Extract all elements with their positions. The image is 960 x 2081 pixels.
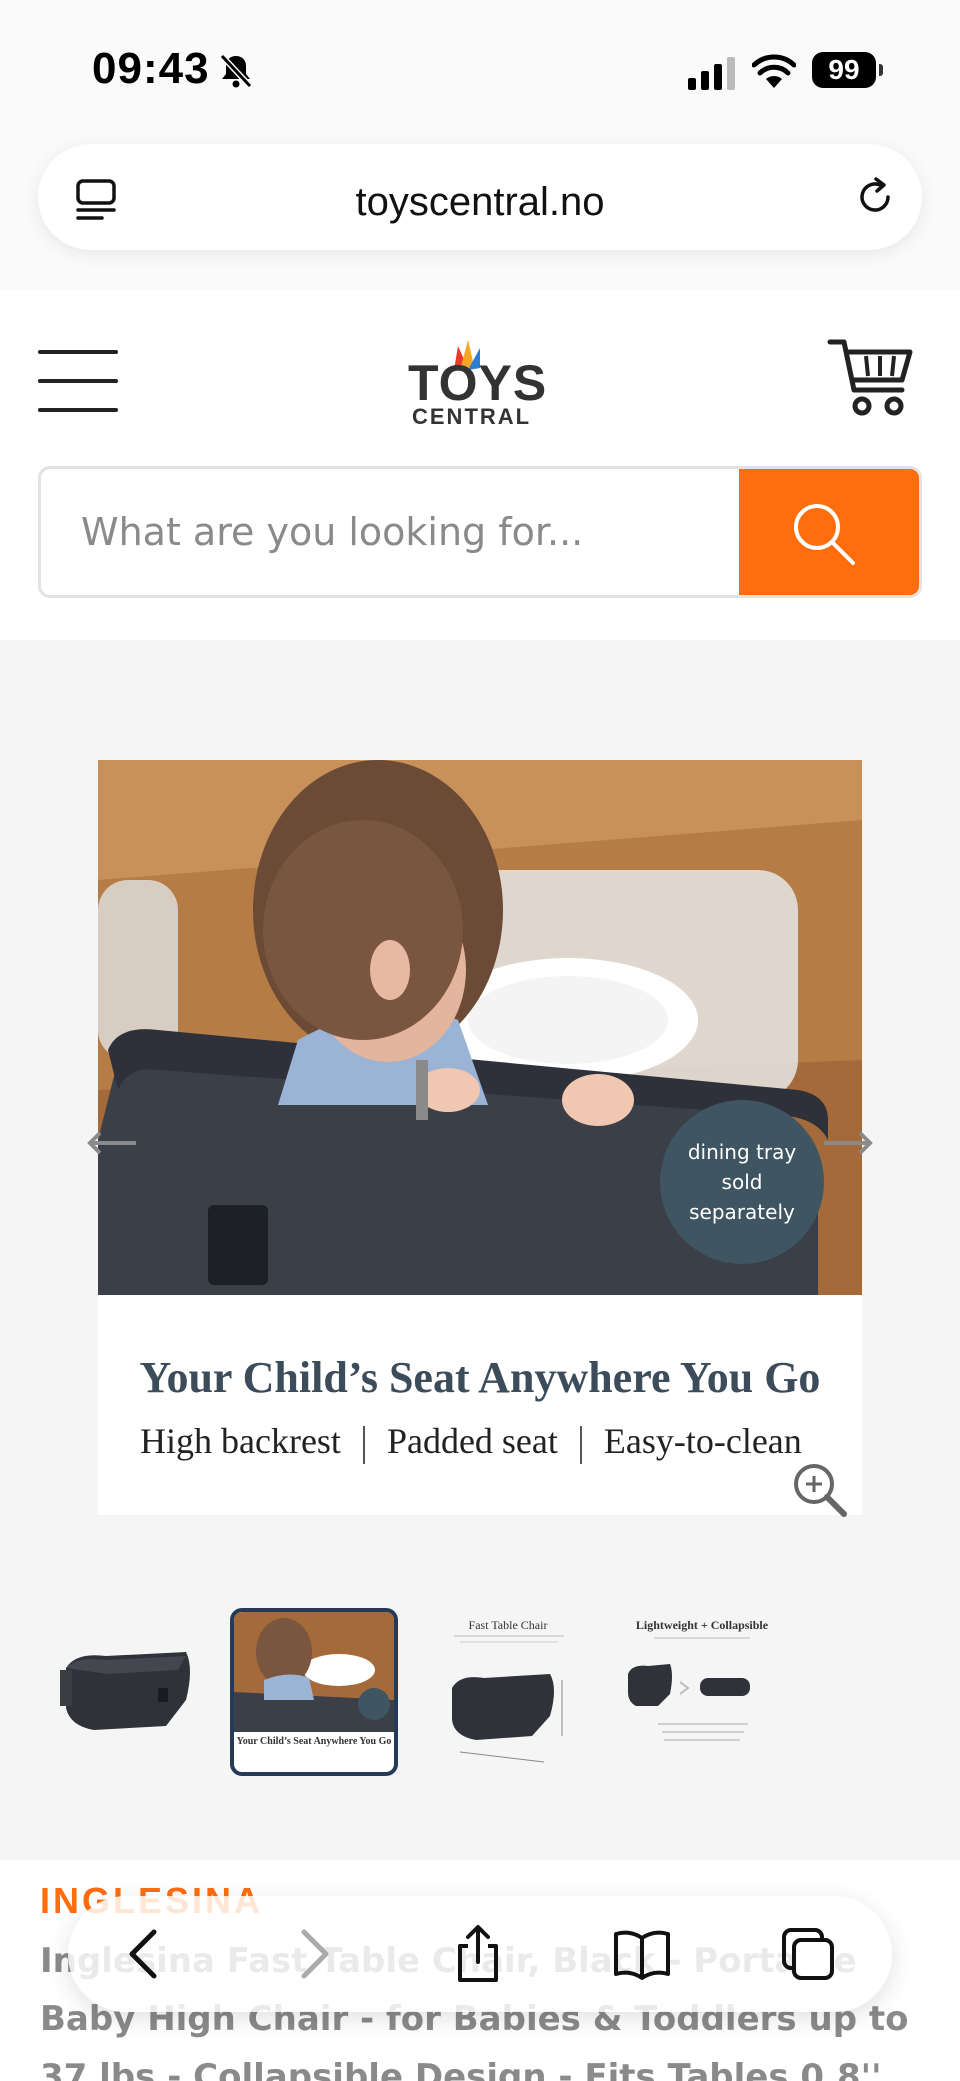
bell-muted-icon xyxy=(219,53,253,89)
wifi-icon xyxy=(752,54,796,88)
tabs-icon[interactable] xyxy=(778,1924,838,1984)
previous-arrow-icon[interactable] xyxy=(86,1128,138,1158)
browser-address-area: toyscentral.no xyxy=(0,140,960,290)
search-button[interactable] xyxy=(739,469,919,595)
forward-icon[interactable] xyxy=(282,1924,342,1984)
battery-indicator: 99 xyxy=(812,52,883,88)
thumbnail-dimensions[interactable]: Fast Table Chair xyxy=(424,1608,592,1776)
status-time: 09:43 xyxy=(92,44,210,93)
thumbnail-lifestyle[interactable]: Your Child’s Seat Anywhere You Go xyxy=(230,1608,398,1776)
feature-item: Padded seat xyxy=(386,1421,558,1461)
feature-item: High backrest xyxy=(140,1421,341,1461)
toys-central-logo[interactable]: TOYS CENTRAL xyxy=(390,340,570,430)
thumbnail-collapsible[interactable]: Lightweight + Collapsible xyxy=(618,1608,786,1776)
thumbnail-chair[interactable] xyxy=(46,1608,214,1776)
cart-icon[interactable] xyxy=(826,334,916,420)
logo-central-text: CENTRAL xyxy=(412,404,532,429)
site-header: TOYS CENTRAL xyxy=(0,290,960,640)
slide-caption-panel xyxy=(98,1295,862,1515)
search-icon xyxy=(794,504,855,565)
bookmarks-icon[interactable] xyxy=(612,1924,672,1984)
hamburger-menu-icon[interactable] xyxy=(38,350,118,412)
feature-divider xyxy=(362,1425,365,1464)
thumbnail-lifestyle-image xyxy=(234,1612,394,1732)
url-text[interactable]: toyscentral.no xyxy=(38,180,922,225)
address-bar[interactable]: toyscentral.no xyxy=(38,144,922,250)
product-gallery: dining tray sold separately Your Child’s… xyxy=(0,640,960,1860)
thumbnail-dimensions-image xyxy=(452,1635,564,1763)
search-box xyxy=(38,466,922,598)
reload-icon[interactable] xyxy=(852,174,898,220)
status-bar: 09:43 99 xyxy=(0,0,960,140)
thumbnail-collapsible-image xyxy=(628,1637,750,1741)
search-input[interactable] xyxy=(41,469,741,595)
browser-toolbar xyxy=(68,1896,892,2012)
next-arrow-icon[interactable] xyxy=(822,1128,874,1158)
back-icon[interactable] xyxy=(116,1924,176,1984)
zoom-in-icon[interactable] xyxy=(790,1460,850,1520)
signal-icon xyxy=(688,57,735,90)
share-icon[interactable] xyxy=(448,1924,508,1984)
thumbnail-chair-image xyxy=(60,1652,190,1730)
dining-tray-badge: dining tray sold separately xyxy=(660,1100,824,1264)
feature-item: Easy-to-clean xyxy=(603,1421,802,1461)
slide-features: High backrest Padded seat Easy-to-clean xyxy=(140,1420,840,1464)
slide-title: Your Child’s Seat Anywhere You Go xyxy=(139,1353,821,1402)
thumbnail-strip: Your Child’s Seat Anywhere You Go Fast T… xyxy=(0,1600,960,1800)
thumbnail-caption: Your Child’s Seat Anywhere You Go xyxy=(236,1736,392,1747)
feature-divider xyxy=(579,1425,582,1464)
